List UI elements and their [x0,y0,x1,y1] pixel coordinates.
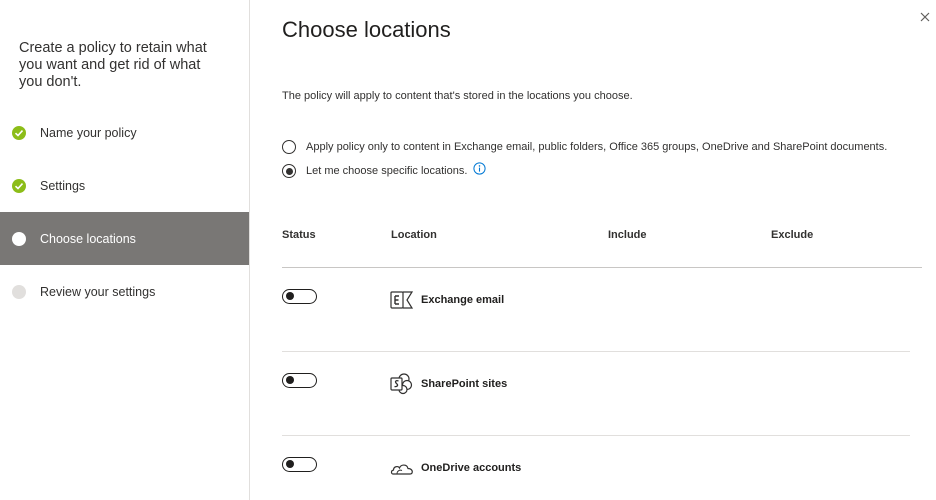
radio-button[interactable] [282,140,296,154]
wizard-step-name-your-policy[interactable]: Name your policy [0,106,249,159]
option-apply-all[interactable]: Apply policy only to content in Exchange… [282,138,887,156]
option-label: Let me choose specific locations. [306,165,468,177]
row-divider [282,435,910,436]
description-text: The policy will apply to content that's … [282,90,633,102]
toggle-knob [286,292,294,300]
current-step-dot-icon [12,231,26,246]
toggle-knob [286,376,294,384]
toggle-knob [286,460,294,468]
wizard-panel: Create a policy to retain what you want … [0,0,250,500]
column-header-exclude: Exclude [771,229,814,241]
location-row-onedrive: OneDrive accounts [390,457,521,479]
wizard-title: Create a policy to retain what you want … [19,40,207,90]
wizard-step-label: Settings [40,178,86,193]
wizard-step-settings[interactable]: Settings [0,159,249,212]
check-circle-icon [12,125,26,140]
location-name: Exchange email [421,294,505,306]
option-choose-specific[interactable]: Let me choose specific locations. [282,162,487,180]
onedrive-icon [390,457,414,479]
wizard-step-choose-locations[interactable]: Choose locations [0,212,249,265]
wizard-step-review-settings[interactable]: Review your settings [0,265,249,318]
wizard-step-label: Choose locations [40,231,136,246]
location-name: SharePoint sites [421,378,508,390]
radio-button-selected[interactable] [282,164,296,178]
wizard-step-label: Name your policy [40,125,137,140]
column-header-status: Status [282,229,316,241]
info-icon[interactable] [473,162,487,180]
check-circle-icon [12,178,26,193]
location-name: OneDrive accounts [421,462,522,474]
status-toggle-sharepoint[interactable] [282,373,317,388]
status-toggle-exchange[interactable] [282,289,317,304]
exchange-icon [390,289,414,311]
row-divider [282,351,910,352]
location-row-exchange: Exchange email [390,289,504,311]
main-panel: Choose locations The policy will apply t… [282,0,936,500]
location-row-sharepoint: SharePoint sites [390,373,507,395]
sharepoint-icon [390,373,414,395]
status-toggle-onedrive[interactable] [282,457,317,472]
pending-step-dot-icon [12,284,26,299]
wizard-step-label: Review your settings [40,284,156,299]
column-header-location: Location [391,229,437,241]
page-title: Choose locations [282,17,451,42]
option-label: Apply policy only to content in Exchange… [306,141,888,153]
column-header-include: Include [608,229,647,241]
header-divider [282,267,922,268]
